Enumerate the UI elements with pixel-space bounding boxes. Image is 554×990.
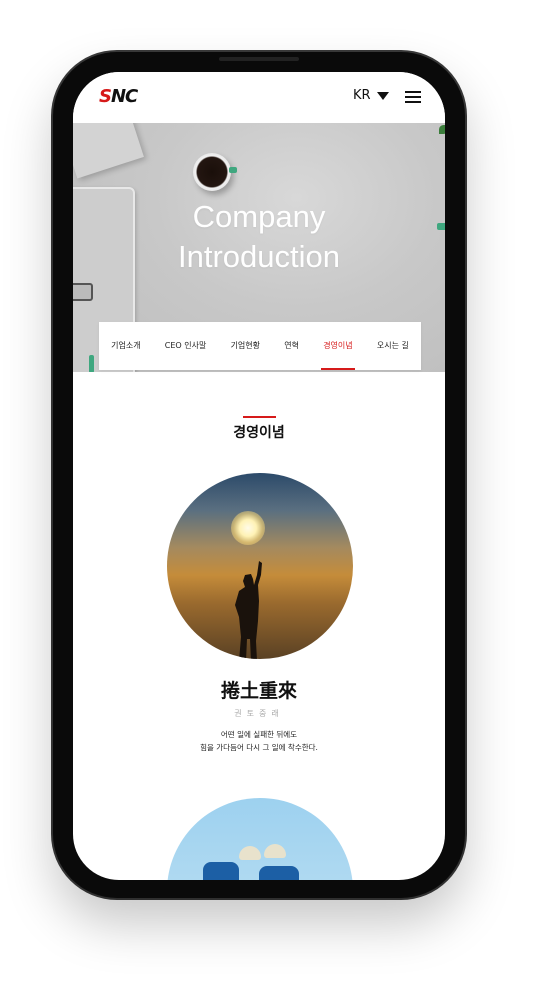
hamburger-menu-icon[interactable] — [405, 91, 421, 103]
plant-leaf-image — [439, 125, 445, 134]
phone-screen: SNC KR Company Introduction 기업소개 CEO 인사말… — [73, 72, 445, 880]
binder-clip-image — [73, 283, 93, 301]
sun-image — [231, 511, 265, 545]
motto-description-line2: 힘을 가다듬어 다시 그 일에 착수한다. — [200, 743, 318, 752]
logo-s: S — [99, 86, 112, 107]
notebook-image — [73, 123, 144, 179]
coffee-cup-image — [193, 153, 231, 191]
helmet-1-image — [239, 846, 261, 860]
logo-rest: NC — [110, 86, 138, 107]
tab-company-status[interactable]: 기업현황 — [229, 322, 262, 370]
section-title: 경영이념 — [233, 425, 285, 441]
motto-description-line1: 어떤 일에 실패한 뒤에도 — [220, 730, 298, 739]
phone-speaker — [219, 57, 299, 61]
motto-reading: 권토중래 — [234, 709, 284, 718]
sub-navigation-tabs: 기업소개 CEO 인사말 기업현황 연혁 경영이념 오시는 길 — [99, 322, 421, 370]
triangle-down-icon — [376, 91, 389, 100]
language-label: KR — [353, 88, 371, 103]
phone-frame: SNC KR Company Introduction 기업소개 CEO 인사말… — [53, 52, 465, 898]
tab-directions[interactable]: 오시는 길 — [375, 322, 411, 370]
language-selector[interactable]: KR — [353, 88, 389, 103]
menu-bar-1 — [405, 91, 421, 93]
menu-bar-2 — [405, 96, 421, 98]
helmet-2-image — [264, 844, 286, 858]
tab-history[interactable]: 연혁 — [282, 322, 301, 370]
motto-hanja: 捲土重來 — [220, 680, 297, 702]
hero-title-line1: Company — [192, 199, 326, 234]
site-header: SNC KR — [73, 72, 445, 123]
section-title-accent — [243, 416, 276, 418]
tab-management-philosophy[interactable]: 경영이념 — [321, 322, 356, 370]
person-silhouette-image — [235, 561, 262, 659]
logo[interactable]: SNC — [99, 86, 138, 108]
workers-image — [167, 798, 353, 880]
green-clip-image — [89, 355, 94, 372]
worker-2-image — [259, 866, 299, 880]
hero-title-line2: Introduction — [178, 239, 340, 274]
menu-bar-3 — [405, 101, 421, 103]
hero-title: Company Introduction — [73, 197, 445, 277]
tab-ceo-greeting[interactable]: CEO 인사말 — [163, 322, 209, 370]
worker-1-image — [203, 862, 239, 880]
motto-description: 어떤 일에 실패한 뒤에도 힘을 가다듬어 다시 그 일에 착수한다. — [73, 728, 445, 754]
cup-handle-image — [229, 167, 237, 173]
sunrise-person-image — [167, 473, 353, 659]
tab-company-intro[interactable]: 기업소개 — [109, 322, 142, 370]
